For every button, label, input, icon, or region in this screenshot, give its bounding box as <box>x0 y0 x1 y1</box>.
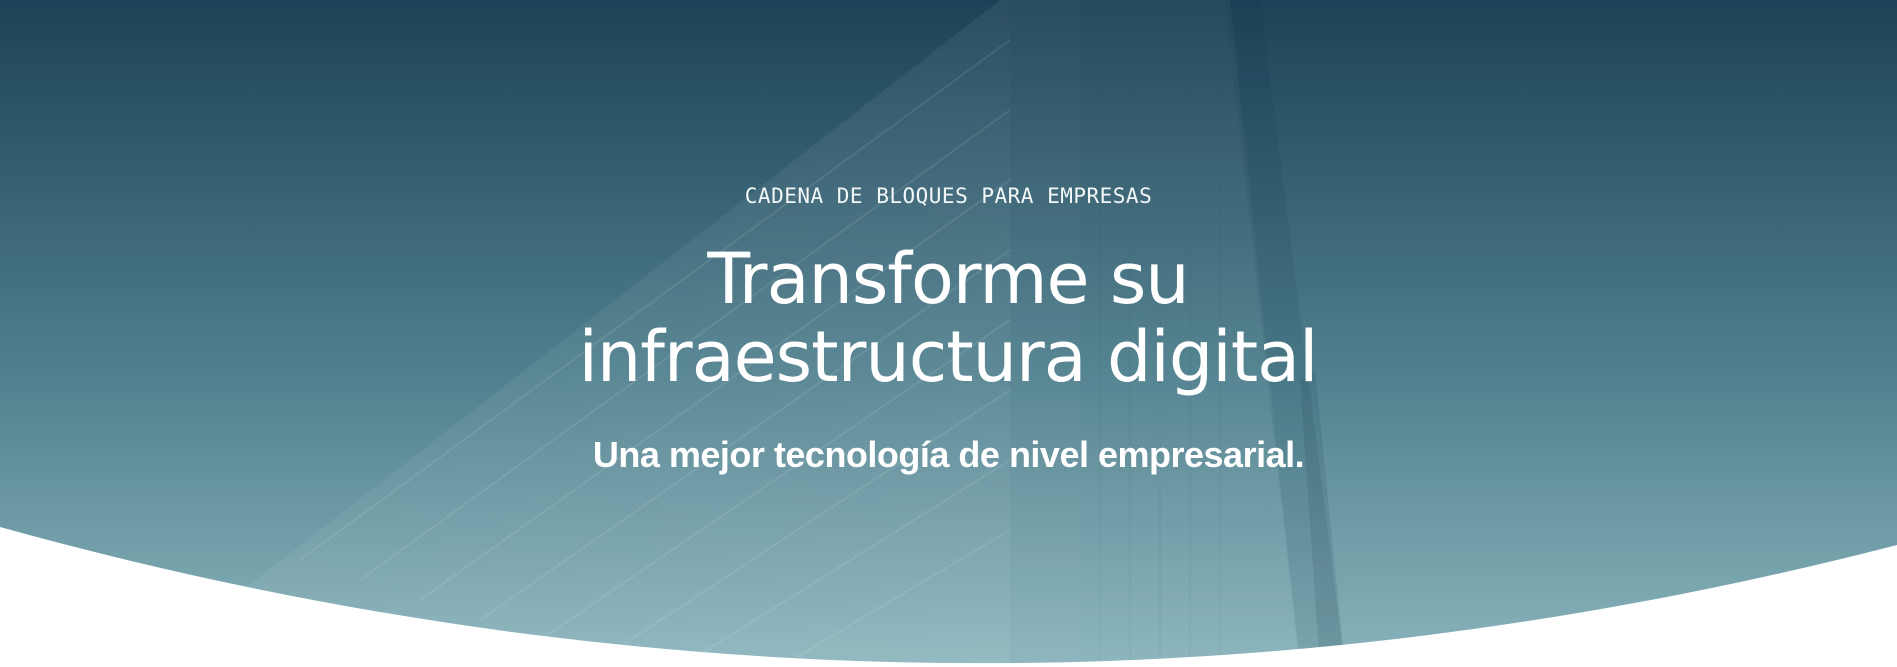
hero-subtitle: Una mejor tecnología de nivel empresaria… <box>592 434 1305 475</box>
hero-section: CADENA DE BLOQUES PARA EMPRESAS Transfor… <box>0 0 1897 667</box>
hero-title: Transforme su infraestructura digital <box>578 238 1318 398</box>
hero-eyebrow: CADENA DE BLOQUES PARA EMPRESAS <box>744 184 1153 208</box>
